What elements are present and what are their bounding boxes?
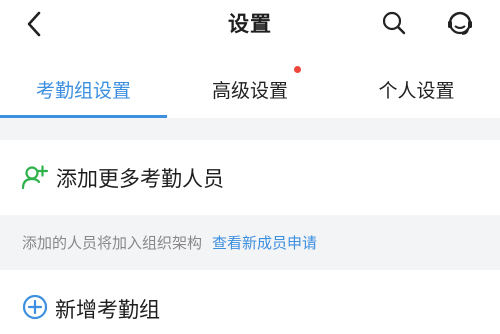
customer-service-icon bbox=[448, 11, 472, 35]
customer-service-button[interactable] bbox=[440, 4, 480, 42]
new-attendance-group-row[interactable]: 新增考勤组 bbox=[0, 270, 500, 334]
tab-bar: 考勤组设置 高级设置 个人设置 bbox=[0, 60, 500, 118]
notification-dot bbox=[294, 66, 301, 73]
tab-advanced-settings[interactable]: 高级设置 bbox=[167, 60, 333, 118]
add-members-label: 添加更多考勤人员 bbox=[56, 166, 224, 191]
top-bar: 设置 bbox=[0, 0, 500, 46]
view-new-member-requests-link[interactable]: 查看新成员申请 bbox=[212, 232, 317, 253]
page-title: 设置 bbox=[228, 12, 272, 36]
hint-text: 添加的人员将加入组织架构 bbox=[22, 234, 203, 252]
section-divider bbox=[0, 118, 500, 140]
tab-attendance-group-settings[interactable]: 考勤组设置 bbox=[0, 60, 167, 118]
tab-personal-settings[interactable]: 个人设置 bbox=[333, 60, 500, 118]
plus-circle-icon bbox=[22, 294, 48, 320]
add-members-row[interactable]: 添加更多考勤人员 bbox=[0, 140, 500, 215]
search-icon bbox=[382, 11, 406, 35]
search-button[interactable] bbox=[375, 5, 413, 41]
new-attendance-group-label: 新增考勤组 bbox=[55, 298, 160, 322]
add-user-icon bbox=[20, 163, 50, 193]
hint-row: 添加的人员将加入组织架构 查看新成员申请 bbox=[0, 215, 500, 270]
